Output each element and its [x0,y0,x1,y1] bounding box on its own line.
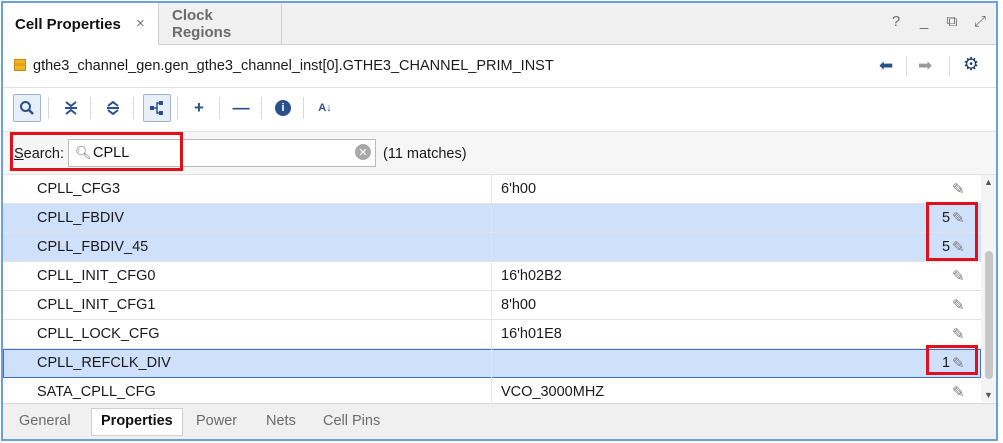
annotation-box [926,345,978,375]
sort-icon[interactable]: A↓ [311,94,339,122]
tab-label: Clock Regions [172,7,232,41]
property-name: CPLL_FBDIV [37,210,125,226]
divider [133,97,134,119]
table-row[interactable]: CPLL_INIT_CFG0 16'h02B2 ✎ [3,262,981,291]
maximize-icon[interactable]: ⤢ [972,13,988,30]
divider [90,97,91,119]
divider [177,97,178,119]
column-divider [491,175,492,204]
properties-table: CPLL_CFG3 6'h00 ✎ CPLL_FBDIV 5 ✎ CPLL_FB… [3,175,981,402]
restore-icon[interactable]: ⧉ [944,13,960,30]
property-name: CPLL_CFG3 [37,181,121,197]
tab-cell-pins[interactable]: Cell Pins [323,413,380,429]
edit-pencil-icon[interactable]: ✎ [952,325,965,343]
close-icon[interactable]: × [136,15,145,32]
cell-icon [14,59,26,71]
tab-strip: Cell Properties × Clock Regions ? _ ⧉ ⤢ [3,3,996,45]
annotation-box [926,202,978,261]
object-path: gthe3_channel_gen.gen_gthe3_channel_inst… [33,58,554,74]
tab-general[interactable]: General [19,413,71,429]
property-name: CPLL_FBDIV_45 [37,239,149,255]
column-divider [491,320,492,349]
edit-pencil-icon[interactable]: ✎ [952,296,965,314]
toolbar: + — i A↓ [3,89,996,129]
column-divider [491,349,492,378]
property-name: CPLL_LOCK_CFG [37,326,160,342]
property-value[interactable]: 16'h01E8 [501,326,562,342]
table-row[interactable]: CPLL_FBDIV 5 ✎ [3,204,981,233]
table-row[interactable]: CPLL_CFG3 6'h00 ✎ [3,175,981,204]
column-divider [491,378,492,402]
add-icon[interactable]: + [185,94,213,122]
tab-cell-properties[interactable]: Cell Properties × [3,3,159,45]
divider [303,97,304,119]
tab-properties[interactable]: Properties [91,408,183,436]
info-glyph: i [275,100,291,116]
expand-all-icon[interactable] [99,94,127,122]
divider [949,56,950,76]
forward-arrow-icon[interactable]: ➡ [918,56,932,76]
table-row[interactable]: CPLL_LOCK_CFG 16'h01E8 ✎ [3,320,981,349]
column-divider [491,262,492,291]
back-arrow-icon[interactable]: ⬅ [879,56,893,76]
property-value[interactable]: 6'h00 [501,181,536,197]
match-count: (11 matches) [383,146,467,162]
object-path-bar: gthe3_channel_gen.gen_gthe3_channel_inst… [3,46,996,88]
minimize-icon[interactable]: _ [916,13,932,30]
divider [219,97,220,119]
tab-clock-regions[interactable]: Clock Regions [160,3,282,45]
vertical-scrollbar[interactable]: ▲ ▼ [981,175,996,402]
bottom-tab-bar: General Properties Power Nets Cell Pins [3,403,996,439]
property-value[interactable]: 16'h02B2 [501,268,562,284]
divider [48,97,49,119]
table-row[interactable]: SATA_CPLL_CFG VCO_3000MHZ ✎ [3,378,981,402]
group-icon[interactable] [143,94,171,122]
property-name: CPLL_INIT_CFG1 [37,297,156,313]
tab-nets[interactable]: Nets [266,413,296,429]
table-row[interactable]: CPLL_REFCLK_DIV 1 ✎ [3,349,981,378]
help-icon[interactable]: ? [888,13,904,30]
property-value[interactable]: 8'h00 [501,297,536,313]
edit-pencil-icon[interactable]: ✎ [952,180,965,198]
scroll-up-icon[interactable]: ▲ [984,177,993,187]
property-name: CPLL_INIT_CFG0 [37,268,156,284]
annotation-box [10,132,183,171]
edit-pencil-icon[interactable]: ✎ [952,267,965,285]
column-divider [491,233,492,262]
clear-icon[interactable]: ✕ [355,144,371,160]
table-row[interactable]: CPLL_FBDIV_45 5 ✎ [3,233,981,262]
scroll-thumb[interactable] [985,251,993,379]
gear-icon[interactable]: ⚙ [963,54,979,75]
column-divider [491,291,492,320]
divider [906,56,907,76]
column-divider [491,204,492,233]
property-name: CPLL_REFCLK_DIV [37,355,171,371]
remove-icon[interactable]: — [227,94,255,122]
property-value[interactable]: VCO_3000MHZ [501,384,604,400]
property-name: SATA_CPLL_CFG [37,384,156,400]
cell-properties-window: Cell Properties × Clock Regions ? _ ⧉ ⤢ … [1,1,998,441]
divider [261,97,262,119]
info-icon[interactable]: i [269,94,297,122]
search-icon[interactable] [13,94,41,122]
tab-label: Cell Properties [15,15,121,33]
tab-power[interactable]: Power [196,413,237,429]
edit-pencil-icon[interactable]: ✎ [952,383,965,401]
table-row[interactable]: CPLL_INIT_CFG1 8'h00 ✎ [3,291,981,320]
collapse-all-icon[interactable] [57,94,85,122]
scroll-down-icon[interactable]: ▼ [984,390,993,400]
window-controls: ? _ ⧉ ⤢ [888,13,988,30]
